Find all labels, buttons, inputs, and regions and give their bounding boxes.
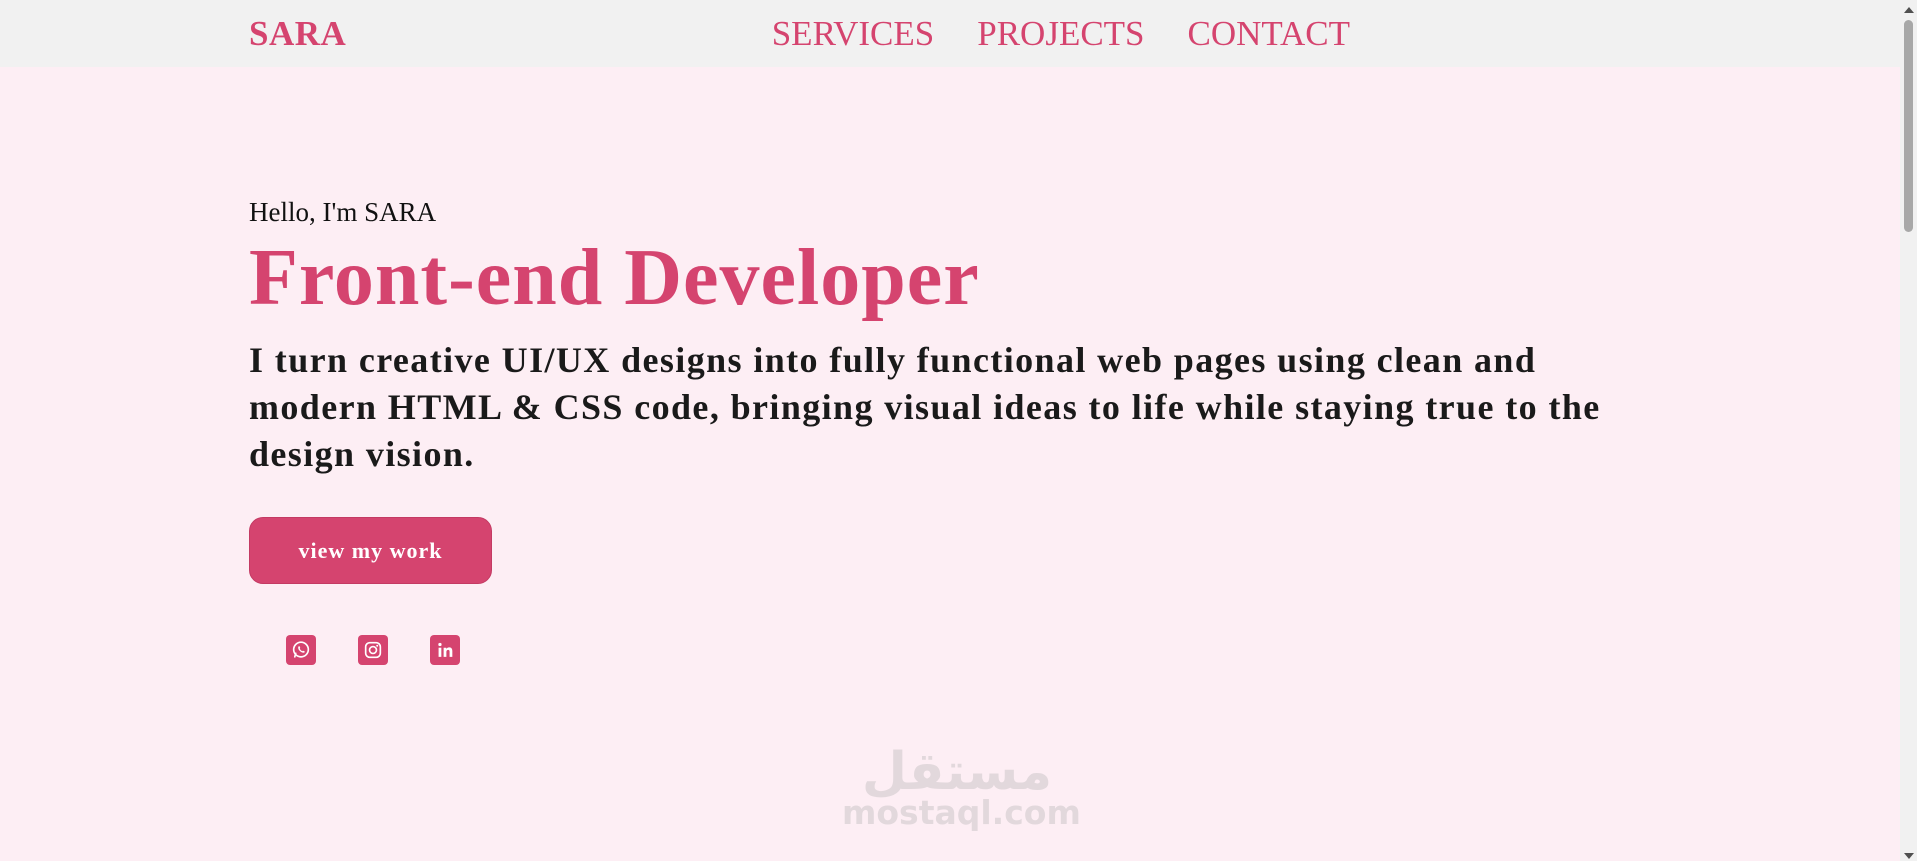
hero-greeting: Hello, I'm SARA <box>249 197 437 227</box>
scroll-up-arrow-icon[interactable] <box>1904 7 1914 13</box>
linkedin-link[interactable] <box>430 635 460 665</box>
page: SARA SERVICES PROJECTS CONTACT Hello, I'… <box>0 0 1917 861</box>
view-my-work-button[interactable]: view my work <box>249 517 492 584</box>
nav-item-projects: PROJECTS <box>977 14 1144 54</box>
scroll-down-arrow-icon[interactable] <box>1904 853 1914 859</box>
brand-logo[interactable]: SARA <box>249 14 346 54</box>
hero-headline: Front-end Developer <box>249 234 980 322</box>
navbar: SARA SERVICES PROJECTS CONTACT <box>0 0 1900 67</box>
scrollbar-thumb[interactable] <box>1904 20 1913 232</box>
whatsapp-link[interactable] <box>286 635 316 665</box>
nav-item-contact: CONTACT <box>1188 14 1350 54</box>
nav-link-contact[interactable]: CONTACT <box>1188 14 1350 53</box>
mostaql-watermark: مستقل mostaql.com <box>842 742 1081 832</box>
whatsapp-icon <box>290 639 312 661</box>
nav-item-services: SERVICES <box>772 14 935 54</box>
nav-link-services[interactable]: SERVICES <box>772 14 935 53</box>
instagram-icon <box>362 639 384 661</box>
nav-link-projects[interactable]: PROJECTS <box>977 14 1144 53</box>
instagram-link[interactable] <box>358 635 388 665</box>
nav-links: SERVICES PROJECTS CONTACT <box>772 14 1350 54</box>
linkedin-icon <box>434 639 456 661</box>
hero-tagline: I turn creative UI/UX designs into fully… <box>249 340 1601 474</box>
watermark-latin: mostaql.com <box>842 793 1081 832</box>
vertical-scrollbar[interactable] <box>1900 0 1917 861</box>
hero-section: Hello, I'm SARA Front-end Developer I tu… <box>249 195 1649 665</box>
social-links <box>286 635 1649 665</box>
